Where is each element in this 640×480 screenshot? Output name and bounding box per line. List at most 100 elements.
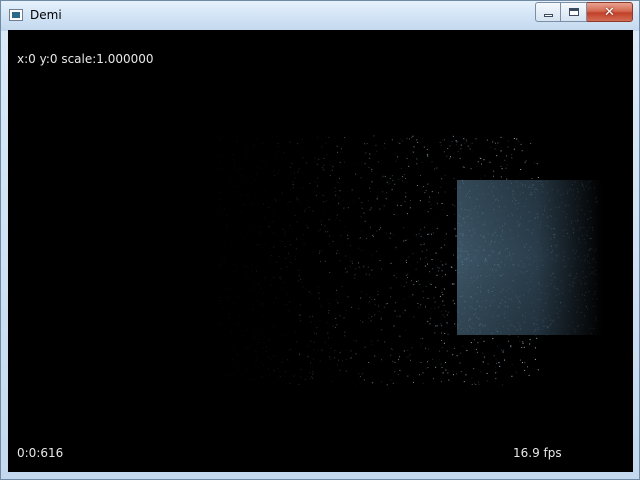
- block-particle: [522, 184, 524, 186]
- particle: [372, 235, 374, 237]
- block-particle: [587, 255, 589, 257]
- block-particle: [485, 275, 487, 277]
- block-particle: [567, 190, 569, 192]
- block-particle: [466, 259, 468, 261]
- particle: [444, 274, 446, 276]
- close-button[interactable]: ✕: [587, 2, 633, 22]
- title-bar[interactable]: Demi ✕: [1, 1, 639, 31]
- block-particle: [470, 306, 472, 308]
- particle: [329, 235, 330, 237]
- particle: [454, 214, 455, 215]
- block-particle: [503, 313, 505, 315]
- particle: [519, 174, 520, 176]
- block-particle: [578, 237, 580, 239]
- particle: [433, 168, 435, 170]
- particle: [267, 302, 269, 303]
- block-particle: [536, 324, 538, 325]
- particle: [377, 340, 379, 342]
- particle: [289, 141, 291, 143]
- particle: [281, 192, 283, 194]
- block-particle: [576, 273, 578, 275]
- block-particle: [519, 325, 521, 327]
- particle: [438, 192, 439, 194]
- maximize-button[interactable]: [561, 2, 587, 22]
- particle: [347, 246, 349, 248]
- particle: [220, 325, 221, 327]
- block-particle: [542, 185, 544, 187]
- block-particle: [596, 298, 598, 300]
- minimize-button[interactable]: [535, 2, 561, 22]
- block-particle: [467, 254, 469, 255]
- particle: [323, 157, 325, 159]
- particle: [418, 233, 420, 235]
- particle: [273, 246, 274, 248]
- particle: [283, 152, 285, 154]
- particle: [237, 296, 239, 298]
- particle: [386, 384, 388, 386]
- block-particle: [553, 228, 555, 230]
- particle: [278, 256, 280, 257]
- particle: [434, 332, 436, 334]
- particle: [495, 366, 496, 368]
- block-particle: [537, 299, 539, 301]
- particle: [519, 359, 521, 361]
- particle: [339, 190, 341, 192]
- particle: [374, 355, 376, 357]
- particle: [359, 376, 361, 378]
- particle: [289, 224, 291, 226]
- particle: [309, 372, 311, 374]
- block-particle: [526, 282, 527, 284]
- particle: [523, 346, 525, 348]
- particle: [440, 247, 442, 249]
- particle: [401, 180, 403, 182]
- render-viewport[interactable]: x:0 y:0 scale:1.000000 0:0:616 16.9 fps: [8, 30, 633, 472]
- block-particle: [572, 282, 574, 284]
- particle: [284, 281, 285, 283]
- block-particle: [537, 241, 539, 243]
- particle: [334, 187, 336, 189]
- particle: [264, 276, 266, 278]
- app-icon[interactable]: [9, 9, 23, 21]
- block-particle: [492, 201, 494, 203]
- particle: [312, 377, 314, 379]
- block-particle: [485, 324, 486, 326]
- particle: [254, 365, 256, 367]
- particle: [338, 242, 340, 244]
- particle: [272, 200, 274, 202]
- particle: [228, 313, 230, 315]
- particle: [335, 253, 337, 255]
- particle: [255, 358, 257, 360]
- particle: [229, 307, 231, 309]
- block-particle: [479, 205, 481, 207]
- block-particle: [500, 261, 502, 263]
- block-particle: [463, 250, 465, 252]
- particle: [427, 367, 429, 368]
- particle: [252, 309, 254, 311]
- particle: [530, 143, 532, 144]
- block-particle: [593, 257, 594, 259]
- block-particle: [548, 315, 550, 317]
- block-particle: [559, 194, 561, 196]
- particle: [298, 313, 300, 315]
- particle: [300, 376, 302, 378]
- block-particle: [524, 266, 526, 268]
- block-particle: [574, 328, 576, 330]
- particle: [290, 188, 292, 190]
- particle: [327, 345, 329, 347]
- block-particle: [574, 295, 576, 297]
- particle: [358, 262, 359, 264]
- block-particle: [535, 329, 537, 331]
- block-particle: [504, 317, 506, 319]
- particle: [350, 260, 352, 262]
- block-particle: [556, 307, 558, 309]
- block-particle: [546, 225, 548, 227]
- block-particle: [594, 187, 596, 189]
- particle: [419, 284, 421, 285]
- block-particle: [486, 290, 488, 292]
- particle: [380, 317, 382, 319]
- block-particle: [472, 230, 474, 231]
- particle: [289, 382, 291, 384]
- particle: [358, 238, 360, 240]
- particle: [328, 219, 330, 221]
- block-particle: [572, 322, 574, 324]
